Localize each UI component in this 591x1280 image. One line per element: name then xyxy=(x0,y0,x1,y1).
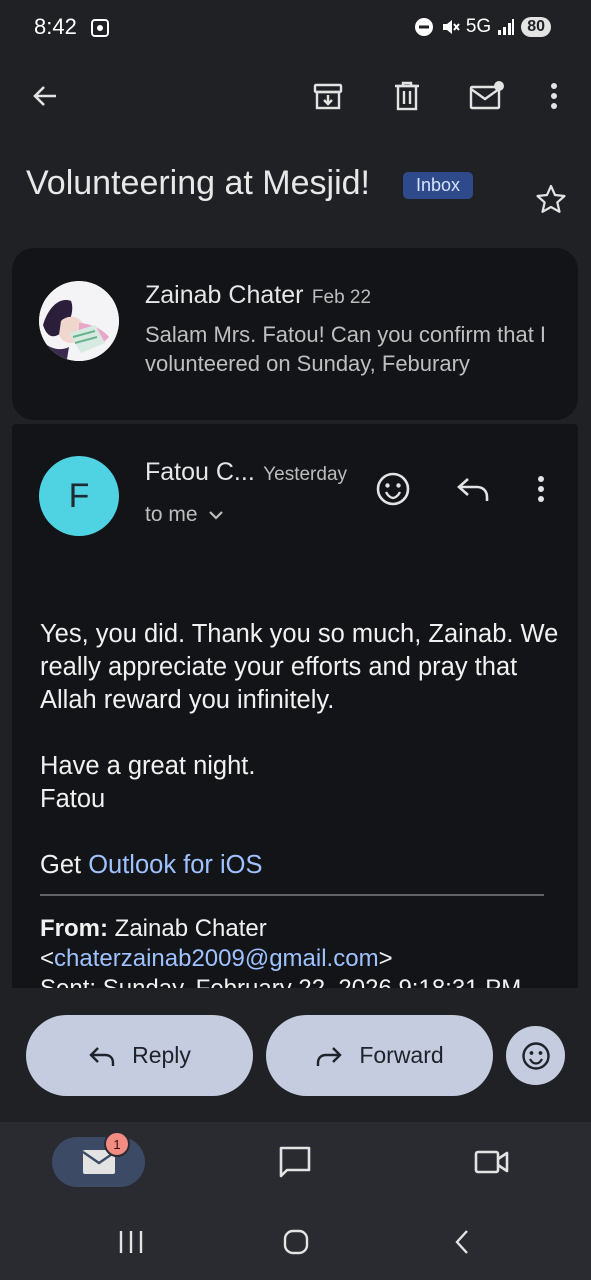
sender-name: Fatou C... xyxy=(145,458,255,486)
email-subject: Volunteering at Mesjid! xyxy=(26,164,370,202)
inbox-label[interactable]: Inbox xyxy=(403,172,474,199)
home-icon xyxy=(283,1229,309,1255)
dnd-icon xyxy=(414,18,433,36)
network-type: 5G xyxy=(465,16,492,37)
star-button[interactable] xyxy=(529,177,573,221)
more-vert-icon xyxy=(551,83,557,109)
forward-icon xyxy=(317,1046,343,1066)
forward-button[interactable]: Forward xyxy=(266,1015,493,1096)
react-emoji-button[interactable] xyxy=(371,467,415,511)
mail-unread-icon xyxy=(469,81,504,110)
arrow-back-icon xyxy=(33,86,56,106)
system-back-button[interactable] xyxy=(440,1220,484,1264)
battery-level: 80 xyxy=(521,17,551,37)
message-snippet: Salam Mrs. Fatou! Can you confirm that I… xyxy=(145,322,547,376)
mute-icon xyxy=(442,20,460,34)
sender-avatar-fatou: F xyxy=(39,456,119,536)
nav-meet[interactable] xyxy=(470,1140,514,1184)
recipient-text: to me xyxy=(145,503,198,526)
status-time: 8:42 xyxy=(34,14,77,39)
reply-icon xyxy=(89,1046,115,1066)
emoji-icon xyxy=(521,1041,550,1070)
signal-icon xyxy=(498,19,515,35)
video-camera-icon xyxy=(474,1150,509,1174)
chevron-left-icon xyxy=(455,1230,468,1254)
reply-icon-button[interactable] xyxy=(451,467,495,511)
body-paragraph: Yes, you did. Thank you so much, Zainab.… xyxy=(40,620,559,714)
nav-chat[interactable] xyxy=(273,1140,317,1184)
message-header-2: Fatou C... Yesterday xyxy=(145,458,347,487)
more-options-button[interactable] xyxy=(532,74,576,118)
quote-divider xyxy=(40,894,544,896)
body-signature: Fatou xyxy=(40,785,106,813)
mark-unread-button[interactable] xyxy=(464,74,508,118)
message-body: Yes, you did. Thank you so much, Zainab.… xyxy=(40,618,560,882)
more-vert-icon xyxy=(538,476,544,502)
recipient-toggle[interactable]: to me xyxy=(145,503,224,527)
emoji-reaction-button[interactable] xyxy=(506,1026,565,1085)
forward-label: Forward xyxy=(359,1042,444,1068)
trash-icon xyxy=(395,81,419,111)
from-label: From: xyxy=(40,915,108,942)
archive-button[interactable] xyxy=(306,74,350,118)
from-name: Zainab Chater xyxy=(108,915,267,942)
message-header-1: Zainab Chater Feb 22 xyxy=(145,281,371,310)
screenshot-icon xyxy=(90,18,110,38)
back-button[interactable] xyxy=(23,74,67,118)
reply-icon xyxy=(457,478,489,501)
archive-icon xyxy=(313,83,343,110)
star-icon xyxy=(536,184,566,213)
sender-name: Zainab Chater xyxy=(145,281,304,309)
outlook-link[interactable]: Outlook for iOS xyxy=(88,851,262,879)
sender-avatar-zainab xyxy=(39,281,119,361)
outlook-line: Get Outlook for iOS xyxy=(40,851,263,879)
reply-label: Reply xyxy=(132,1042,191,1068)
reply-button[interactable]: Reply xyxy=(26,1015,253,1096)
chevron-down-icon xyxy=(208,511,223,520)
nav-mail[interactable] xyxy=(52,1137,145,1187)
message-more-button[interactable] xyxy=(519,467,563,511)
home-button[interactable] xyxy=(274,1220,318,1264)
chat-icon xyxy=(279,1146,311,1178)
sent-line: Sent: Sunday, February 22, 2026 9:18:31 … xyxy=(40,974,560,988)
status-icons: 5G 80 xyxy=(414,16,551,38)
emoji-icon xyxy=(376,472,410,506)
delete-button[interactable] xyxy=(385,74,429,118)
recent-apps-button[interactable] xyxy=(109,1220,153,1264)
body-greeting: Have a great night. xyxy=(40,752,256,780)
message-date: Yesterday xyxy=(263,464,348,485)
message-date: Feb 22 xyxy=(311,287,372,308)
quoted-header: From: Zainab Chater <chaterzainab2009@gm… xyxy=(40,914,560,988)
recents-icon xyxy=(119,1231,143,1253)
from-email-link[interactable]: chaterzainab2009@gmail.com xyxy=(54,945,379,972)
mail-badge: 1 xyxy=(104,1131,130,1157)
